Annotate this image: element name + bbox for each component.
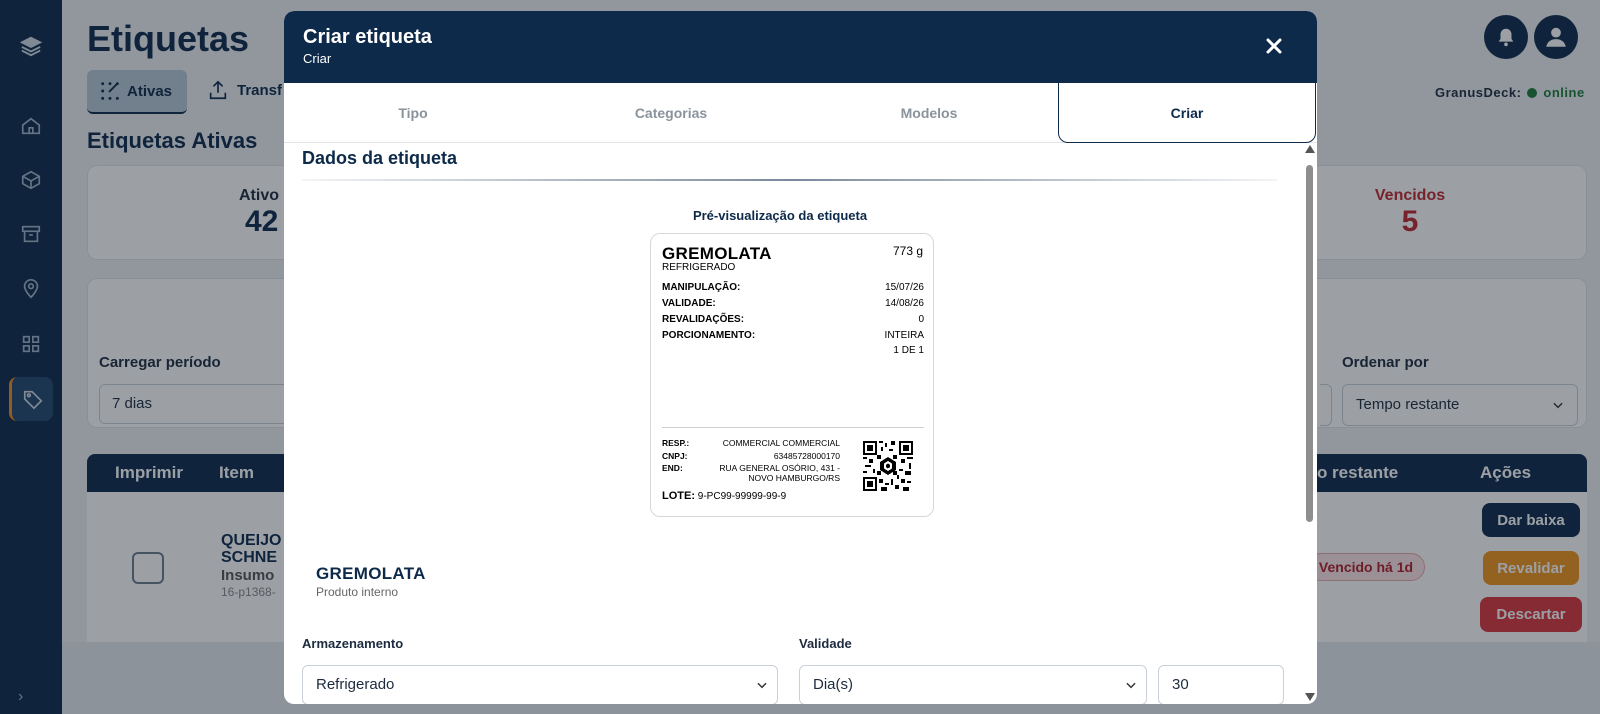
- label-row-key: REVALIDAÇÕES:: [662, 314, 745, 325]
- label-lote-value: 9-PC99-99999-99-9: [697, 491, 787, 502]
- label-cnpj-key: CNPJ:: [662, 451, 688, 461]
- preview-title: Pré-visualização da etiqueta: [692, 208, 868, 223]
- label-portion: 1 DE 1: [893, 345, 924, 356]
- label-row-key: MANIPULAÇÃO:: [662, 282, 741, 293]
- label-row-value: 14/08/26: [885, 298, 924, 309]
- armazenamento-value: Refrigerado: [316, 676, 395, 693]
- label-divider: [662, 427, 924, 428]
- label-row-value: 0: [918, 314, 924, 325]
- label-endereco: END: RUA GENERAL OSÓRIO, 431 - NOVO HAMB…: [662, 463, 840, 487]
- tab-modelos[interactable]: Modelos: [800, 83, 1058, 143]
- tab-categorias[interactable]: Categorias: [542, 83, 800, 143]
- close-button[interactable]: [1261, 33, 1287, 59]
- label-row-value: 15/07/26: [885, 282, 924, 293]
- product-type: Produto interno: [316, 585, 399, 599]
- label-end-line2: NOVO HAMBURGO/RS: [748, 473, 840, 483]
- label-end-line1: RUA GENERAL OSÓRIO, 431 -: [719, 463, 840, 473]
- scroll-up-arrow-icon[interactable]: [1305, 145, 1315, 153]
- modal-subtitle: Criar: [303, 51, 332, 66]
- validade-unit-select[interactable]: Dia(s): [799, 665, 1147, 704]
- armazenamento-label: Armazenamento: [302, 636, 404, 651]
- chevron-down-icon: [1126, 682, 1136, 689]
- qr-code-icon: [863, 441, 913, 491]
- label-product-name: GREMOLATA: [662, 244, 772, 263]
- label-end-value: RUA GENERAL OSÓRIO, 431 - NOVO HAMBURGO/…: [719, 463, 840, 483]
- armazenamento-select[interactable]: Refrigerado: [302, 665, 778, 704]
- validade-label: Validade: [799, 636, 852, 651]
- close-icon: [1266, 38, 1282, 54]
- label-lote: LOTE: 9-PC99-99999-99-9: [662, 490, 786, 502]
- validade-unit-value: Dia(s): [813, 676, 853, 693]
- section-title-dados: Dados da etiqueta: [302, 148, 458, 168]
- product-name: GREMOLATA: [316, 564, 426, 583]
- label-cnpj-value: 63485728000170: [773, 451, 840, 461]
- modal-scrollbar[interactable]: [1303, 137, 1315, 704]
- tab-criar[interactable]: Criar: [1058, 83, 1316, 143]
- label-weight: 773 g: [892, 244, 923, 258]
- label-storage: REFRIGERADO: [662, 262, 736, 273]
- modal-tabs: Tipo Categorias Modelos Criar: [284, 83, 1317, 143]
- label-row-key: PORCIONAMENTO:: [662, 330, 756, 341]
- label-lote-key: LOTE:: [662, 490, 695, 502]
- label-cnpj: CNPJ: 63485728000170: [662, 451, 840, 463]
- label-resp-value: COMMERCIAL COMMERCIAL: [722, 438, 840, 448]
- label-row-value: INTEIRA: [884, 330, 924, 341]
- label-end-key: END:: [662, 463, 683, 473]
- label-resp: RESP.: COMMERCIAL COMMERCIAL: [662, 438, 840, 450]
- chevron-down-icon: [757, 682, 767, 689]
- section-divider: [302, 179, 1277, 181]
- label-resp-key: RESP.:: [662, 438, 690, 448]
- scroll-down-arrow-icon[interactable]: [1305, 693, 1315, 701]
- label-row-key: VALIDADE:: [662, 298, 716, 309]
- create-label-modal: Criar etiqueta Criar Tipo Categorias Mod…: [284, 11, 1317, 704]
- modal-header: Criar etiqueta Criar: [284, 11, 1317, 83]
- label-preview-card: GREMOLATA 773 g REFRIGERADO MANIPULAÇÃO:…: [650, 233, 934, 517]
- modal-title: Criar etiqueta: [303, 26, 432, 48]
- tab-tipo[interactable]: Tipo: [284, 83, 542, 143]
- validade-amount-input[interactable]: 30: [1158, 665, 1284, 704]
- scroll-thumb[interactable]: [1306, 165, 1313, 522]
